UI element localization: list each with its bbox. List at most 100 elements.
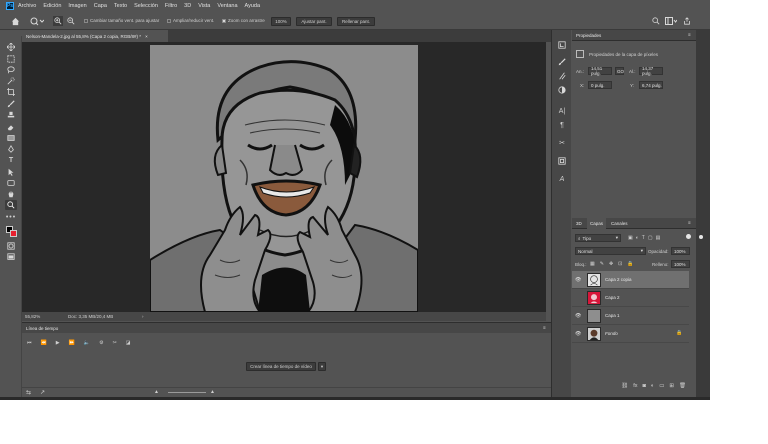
play-icon[interactable]: ▶	[56, 340, 60, 346]
layer-row-capa-2-copia[interactable]: 👁 Capa 2 copia	[572, 271, 689, 289]
convert-frames-icon[interactable]: ⇆	[26, 389, 31, 396]
menu-item-ventana[interactable]: Ventana	[217, 3, 237, 9]
zoom-tool-preset-icon[interactable]	[30, 16, 44, 26]
new-group-icon[interactable]: ▭	[659, 383, 664, 389]
filter-adjustment-icon[interactable]: ◐	[636, 235, 639, 241]
new-layer-icon[interactable]: ⊞	[669, 383, 674, 389]
stamp-tool-icon[interactable]	[5, 110, 17, 120]
visibility-eye-icon[interactable]: 👁	[575, 331, 581, 337]
layer-name[interactable]: Capa 2	[605, 295, 620, 300]
menu-item-3d[interactable]: 3D	[184, 3, 191, 9]
layer-row-fondo[interactable]: 👁 Fondo 🔒	[572, 325, 689, 343]
zoom-in-icon[interactable]	[53, 16, 63, 26]
eraser-tool-icon[interactable]	[5, 122, 17, 132]
timeline-zoom-slider[interactable]	[168, 392, 206, 393]
move-tool-icon[interactable]	[5, 42, 17, 52]
adjustments-icon[interactable]	[556, 85, 568, 95]
brush-settings-icon[interactable]	[556, 57, 568, 67]
layer-row-capa-2[interactable]: Capa 2	[572, 289, 689, 307]
filter-toggle[interactable]	[686, 234, 691, 239]
crop-tool-icon[interactable]	[5, 87, 17, 97]
gradient-tool-icon[interactable]	[5, 133, 17, 143]
screen-mode-icon[interactable]	[5, 252, 17, 262]
timeline-menu-icon[interactable]: ≡	[543, 325, 546, 330]
previous-frame-icon[interactable]: ⏪	[41, 340, 47, 346]
blend-mode-select[interactable]: Normal ▾	[575, 247, 646, 255]
layer-name[interactable]: Capa 2 copia	[605, 277, 632, 282]
zoom-100-button[interactable]: 100%	[271, 17, 291, 26]
properties-menu-icon[interactable]: ≡	[688, 32, 691, 37]
document-tab[interactable]: Nelson-Mandela-2.jpg al 55,8% (Capa 2 co…	[22, 30, 168, 42]
layers-menu-icon[interactable]: ≡	[688, 220, 691, 225]
character-icon[interactable]: A|	[556, 106, 568, 116]
layer-name[interactable]: Fondo	[605, 331, 618, 336]
transition-icon[interactable]: ◪	[126, 340, 131, 346]
tools-preset-icon[interactable]: ✂	[556, 138, 568, 148]
layer-kind-filter[interactable]: ⌕ Tipo ▾	[575, 234, 621, 242]
filter-shape-icon[interactable]: ▢	[648, 235, 653, 241]
hand-tool-icon[interactable]	[5, 189, 17, 199]
height-field[interactable]: 14,37 pulg.	[639, 66, 663, 76]
quick-mask-icon[interactable]	[5, 241, 17, 251]
menu-item-vista[interactable]: Vista	[198, 3, 210, 9]
path-selection-tool-icon[interactable]	[5, 167, 17, 177]
opacity-field[interactable]: 100%	[671, 247, 690, 255]
create-video-timeline-button[interactable]: Crear línea de tiempo de vídeo	[246, 362, 316, 371]
zoom-tool-icon[interactable]	[5, 200, 17, 210]
marquee-tool-icon[interactable]	[5, 54, 17, 64]
lock-artboard-icon[interactable]: ⊡	[618, 261, 622, 267]
filter-pixel-icon[interactable]: ▣	[628, 235, 633, 241]
tab-properties[interactable]: Propiedades	[576, 33, 601, 38]
glyphs-icon[interactable]: A	[556, 174, 568, 184]
tab-3d[interactable]: 3D	[576, 221, 582, 226]
more-tools-icon[interactable]: •••	[5, 212, 17, 222]
layer-row-capa-1[interactable]: 👁 Capa 1	[572, 307, 689, 325]
lock-all-icon[interactable]: 🔒	[627, 261, 633, 267]
lock-position-icon[interactable]: ✥	[609, 261, 613, 267]
home-icon[interactable]	[10, 16, 20, 26]
lasso-tool-icon[interactable]	[5, 65, 17, 75]
layer-style-icon[interactable]: fx	[633, 383, 637, 389]
zoom-out-timeline-icon[interactable]: ▲	[154, 389, 159, 395]
color-swatches[interactable]	[6, 226, 17, 237]
menu-item-capa[interactable]: Capa	[94, 3, 107, 9]
filter-type-icon[interactable]: T	[642, 235, 645, 241]
timeline-dropdown-icon[interactable]: ▾	[318, 362, 326, 371]
tab-timeline[interactable]: Línea de tiempo	[26, 326, 58, 331]
scrubby-zoom-checkbox[interactable]: Zoom con arrastre	[222, 18, 265, 23]
width-field[interactable]: 14,51 pulg.	[588, 66, 612, 76]
brush-tool-icon[interactable]	[5, 99, 17, 109]
tab-layers[interactable]: Capas	[587, 218, 606, 229]
menu-item-ayuda[interactable]: Ayuda	[245, 3, 261, 9]
menu-item-texto[interactable]: Texto	[114, 3, 127, 9]
visibility-eye-icon[interactable]: 👁	[575, 313, 581, 319]
share-icon[interactable]	[682, 16, 692, 26]
tab-channels[interactable]: Canales	[611, 221, 628, 226]
panel-scroll-dot[interactable]	[699, 235, 703, 239]
x-field[interactable]: 0 pulg.	[588, 81, 612, 89]
filter-smart-object-icon[interactable]: ▤	[656, 235, 661, 241]
lock-pixels-icon[interactable]: ✎	[600, 261, 604, 267]
history-icon[interactable]	[556, 40, 568, 50]
menu-item-seleccion[interactable]: Selección	[134, 3, 158, 9]
add-mask-icon[interactable]: ◙	[643, 383, 646, 389]
settings-icon[interactable]: ⚙	[99, 340, 103, 346]
lock-transparent-icon[interactable]: ▦	[590, 261, 595, 267]
paragraph-icon[interactable]: ¶	[556, 120, 568, 130]
fill-screen-button[interactable]: Rellenar pant.	[337, 17, 375, 26]
type-tool-icon[interactable]: T	[5, 155, 17, 165]
zoom-all-windows-checkbox[interactable]: Ampliar/reducir vent.	[167, 18, 214, 23]
shape-tool-icon[interactable]	[5, 178, 17, 188]
fill-field[interactable]: 100%	[671, 260, 690, 268]
render-icon[interactable]: ↗	[40, 389, 45, 396]
pen-tool-icon[interactable]	[5, 144, 17, 154]
canvas-image[interactable]	[150, 45, 418, 312]
y-field[interactable]: 6,74 pulg.	[639, 81, 663, 89]
link-dimensions-button[interactable]: GO	[615, 67, 624, 75]
visibility-eye-icon[interactable]: 👁	[575, 277, 581, 283]
delete-layer-icon[interactable]: 🗑	[679, 383, 686, 389]
new-adjustment-icon[interactable]: ◐	[651, 383, 654, 389]
menu-item-imagen[interactable]: Imagen	[68, 3, 86, 9]
menu-item-edicion[interactable]: Edición	[43, 3, 61, 9]
background-color-swatch[interactable]	[10, 230, 17, 237]
